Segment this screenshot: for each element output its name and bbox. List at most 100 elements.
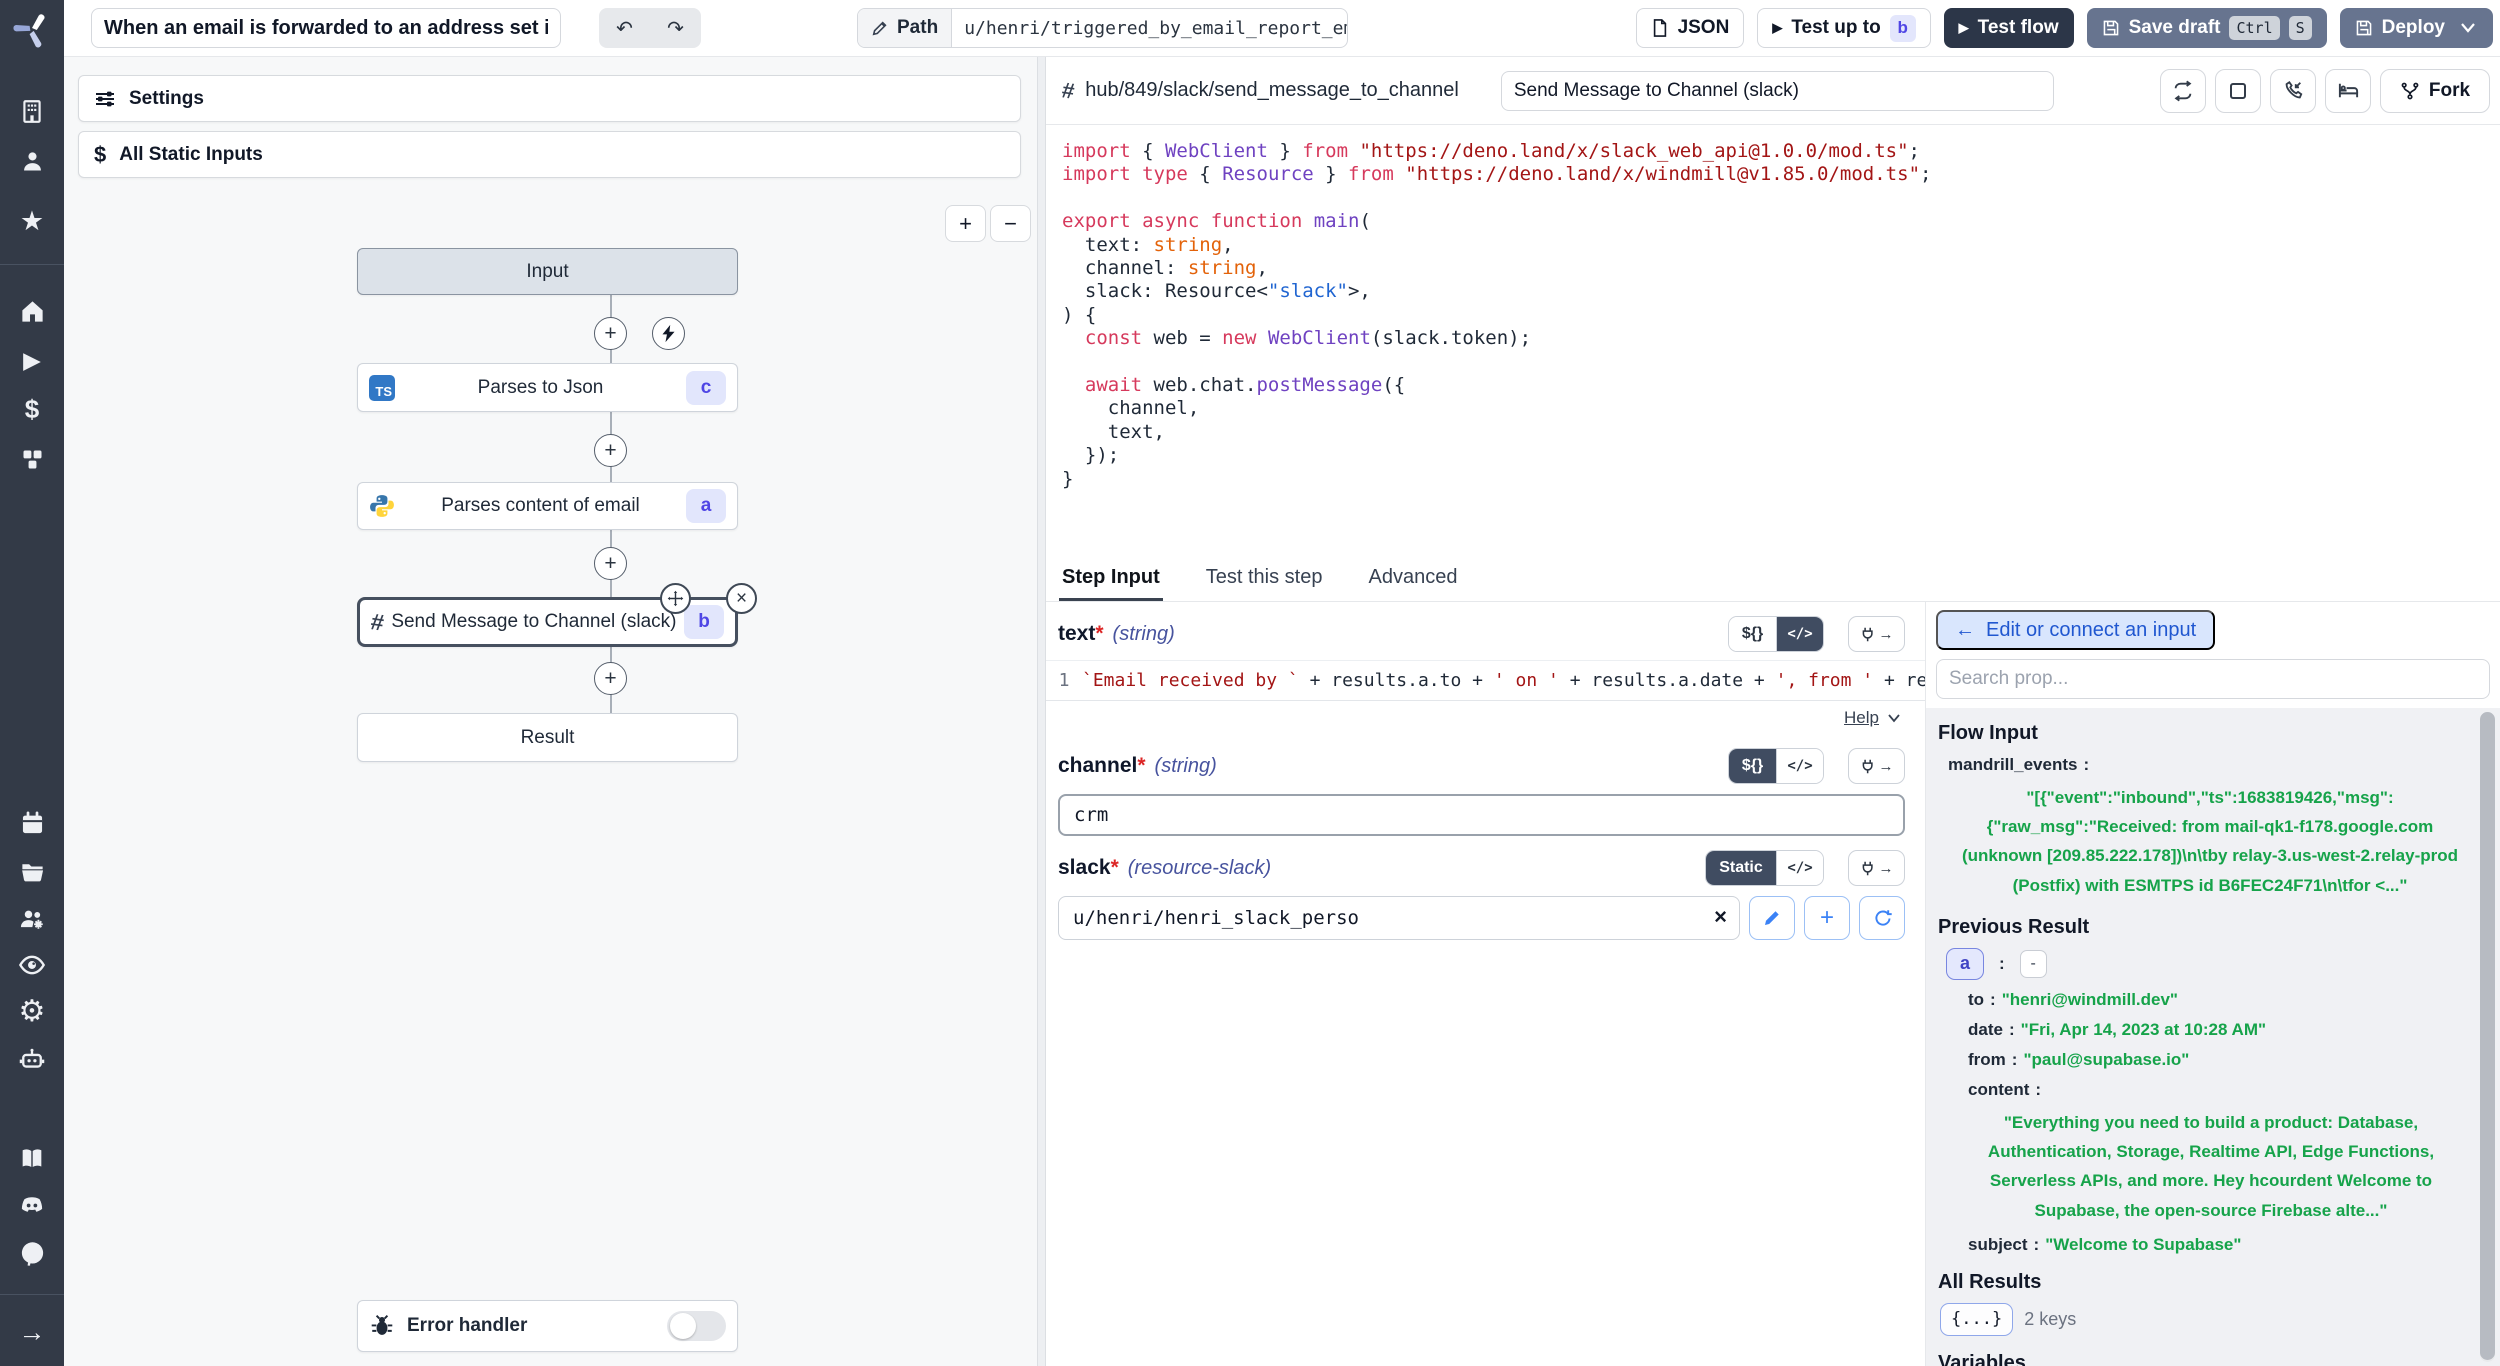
- search-prop-input[interactable]: [1936, 659, 2490, 699]
- discord-icon[interactable]: [0, 1189, 64, 1223]
- result-row-from[interactable]: from:"paul@supabase.io": [1968, 1050, 2470, 1070]
- sync-script-button[interactable]: [2160, 69, 2206, 113]
- tab-test-this-step[interactable]: Test this step: [1206, 554, 1323, 601]
- typescript-icon: TS: [369, 375, 395, 401]
- user-group-gear-icon[interactable]: [0, 902, 64, 936]
- result-row-content[interactable]: content: "Everything you need to build a…: [1968, 1080, 2470, 1225]
- json-button[interactable]: JSON: [1636, 8, 1745, 48]
- text-expression-editor[interactable]: 1 `Email received by ` + results.a.to + …: [1046, 660, 1925, 701]
- diff-panel-button[interactable]: [2325, 69, 2371, 113]
- add-step-button[interactable]: +: [594, 547, 627, 580]
- code-editor[interactable]: import { WebClient } from "https://deno.…: [1046, 125, 2500, 554]
- windmill-logo-icon[interactable]: [0, 8, 64, 50]
- clear-resource-icon[interactable]: ×: [1714, 904, 1727, 930]
- code-mode-button[interactable]: </>: [1776, 617, 1823, 651]
- prop-picker-panel: ← Edit or connect an input Flow Input ma…: [1925, 602, 2500, 1366]
- flow-node-input[interactable]: Input: [357, 248, 738, 295]
- connect-input-button[interactable]: →: [1848, 748, 1905, 784]
- result-step-badge[interactable]: a: [1946, 948, 1984, 980]
- eye-icon[interactable]: [0, 948, 64, 982]
- connect-input-button[interactable]: →: [1848, 616, 1905, 652]
- tab-advanced[interactable]: Advanced: [1368, 554, 1457, 601]
- redo-button[interactable]: ↷: [650, 8, 701, 48]
- deploy-button[interactable]: Deploy: [2340, 8, 2493, 48]
- template-mode-button[interactable]: ${}: [1729, 749, 1776, 783]
- refresh-resource-button[interactable]: [1859, 896, 1905, 940]
- step-header-actions: Fork: [2160, 69, 2490, 113]
- path-field[interactable]: Path u/henri/triggered_by_email_report_e…: [857, 8, 1348, 48]
- add-resource-button[interactable]: +: [1804, 896, 1850, 940]
- fork-button[interactable]: Fork: [2380, 69, 2490, 113]
- expand-editor-button[interactable]: [2215, 69, 2261, 113]
- boxes-icon[interactable]: [0, 442, 64, 476]
- chevron-down-icon[interactable]: [2458, 21, 2478, 35]
- folder-icon[interactable]: [0, 854, 64, 888]
- error-handler-toggle[interactable]: [667, 1311, 726, 1341]
- all-results-row: {...} 2 keys: [1940, 1303, 2470, 1336]
- result-row-subject[interactable]: subject:"Welcome to Supabase": [1968, 1235, 2470, 1255]
- code-line: channel,: [1062, 397, 2500, 420]
- play-icon[interactable]: ▶: [0, 344, 64, 376]
- settings-bar[interactable]: Settings: [78, 75, 1021, 122]
- result-row-to[interactable]: to:"henri@windmill.dev": [1968, 990, 2470, 1010]
- slack-resource-input[interactable]: [1058, 896, 1740, 940]
- result-row-date[interactable]: date:"Fri, Apr 14, 2023 at 10:28 AM": [1968, 1020, 2470, 1040]
- all-static-inputs-bar[interactable]: $ All Static Inputs: [78, 131, 1021, 178]
- undo-button[interactable]: ↶: [599, 8, 650, 48]
- zoom-in-button[interactable]: +: [945, 205, 986, 242]
- github-icon[interactable]: [0, 1236, 64, 1270]
- flow-name-input[interactable]: [91, 8, 561, 48]
- add-step-button[interactable]: +: [594, 662, 627, 695]
- template-mode-button[interactable]: ${}: [1729, 617, 1776, 651]
- field-type: (string): [1155, 755, 1217, 778]
- error-handler-bar[interactable]: Error handler: [357, 1300, 738, 1352]
- flow-node-send-message-selected[interactable]: # Send Message to Channel (slack) b ×: [357, 597, 738, 647]
- flow-input-key-row[interactable]: mandrill_events:: [1948, 755, 2470, 775]
- all-results-expand-chip[interactable]: {...}: [1940, 1303, 2013, 1336]
- dollar-icon[interactable]: $: [0, 393, 64, 425]
- required-asterisk: *: [1095, 622, 1103, 646]
- flow-node-result[interactable]: Result: [357, 713, 738, 762]
- move-step-handle[interactable]: [660, 583, 691, 614]
- collapse-button[interactable]: -: [2020, 950, 2047, 978]
- person-icon[interactable]: [0, 144, 64, 178]
- star-icon[interactable]: ★: [0, 204, 64, 238]
- collapse-sidebar-arrow-icon[interactable]: →: [0, 1312, 64, 1352]
- step-name-input[interactable]: [1501, 71, 2054, 111]
- code-line: export async function main(: [1062, 210, 2500, 233]
- help-link[interactable]: Help: [1844, 708, 1879, 728]
- chevron-down-icon[interactable]: [1887, 713, 1901, 723]
- edit-or-connect-button[interactable]: ← Edit or connect an input: [1936, 610, 2215, 650]
- panel-resize-handle[interactable]: [1037, 57, 1046, 1366]
- move-icon: [667, 590, 684, 607]
- add-step-button[interactable]: +: [594, 317, 627, 350]
- calendar-icon[interactable]: [0, 806, 64, 840]
- arrow-left-icon: ←: [1955, 619, 1975, 642]
- file-code-icon: [1651, 18, 1669, 38]
- delete-step-button[interactable]: ×: [726, 583, 757, 614]
- add-step-button[interactable]: +: [594, 434, 627, 467]
- building-icon[interactable]: [0, 94, 64, 128]
- channel-value-input[interactable]: [1058, 794, 1905, 836]
- prop-scrollbar-thumb[interactable]: [2480, 712, 2495, 1360]
- edit-resource-button[interactable]: [1749, 896, 1795, 940]
- test-up-to-button[interactable]: ▶ Test up to b: [1757, 8, 1930, 48]
- required-asterisk: *: [1137, 754, 1145, 778]
- tab-step-input[interactable]: Step Input: [1062, 554, 1160, 601]
- trigger-bolt-button[interactable]: [652, 317, 685, 350]
- zoom-out-button[interactable]: −: [990, 205, 1031, 242]
- flow-node-parses-to-json[interactable]: TS Parses to Json c: [357, 363, 738, 412]
- code-mode-button[interactable]: </>: [1776, 749, 1823, 783]
- book-icon[interactable]: [0, 1142, 64, 1176]
- test-flow-button[interactable]: ▶ Test flow: [1944, 8, 2074, 48]
- flow-input-value[interactable]: "[{"event":"inbound","ts":1683819426,"ms…: [1952, 783, 2468, 900]
- gear-icon[interactable]: ⚙: [0, 994, 64, 1030]
- code-mode-button[interactable]: </>: [1776, 851, 1823, 885]
- connect-input-button[interactable]: →: [1848, 850, 1905, 886]
- webhook-call-button[interactable]: [2270, 69, 2316, 113]
- robot-icon[interactable]: [0, 1042, 64, 1076]
- static-mode-button[interactable]: Static: [1706, 851, 1776, 885]
- flow-node-parses-content[interactable]: Parses content of email a: [357, 482, 738, 530]
- save-draft-button[interactable]: Save draft Ctrl S: [2087, 8, 2327, 48]
- home-icon[interactable]: [0, 294, 64, 328]
